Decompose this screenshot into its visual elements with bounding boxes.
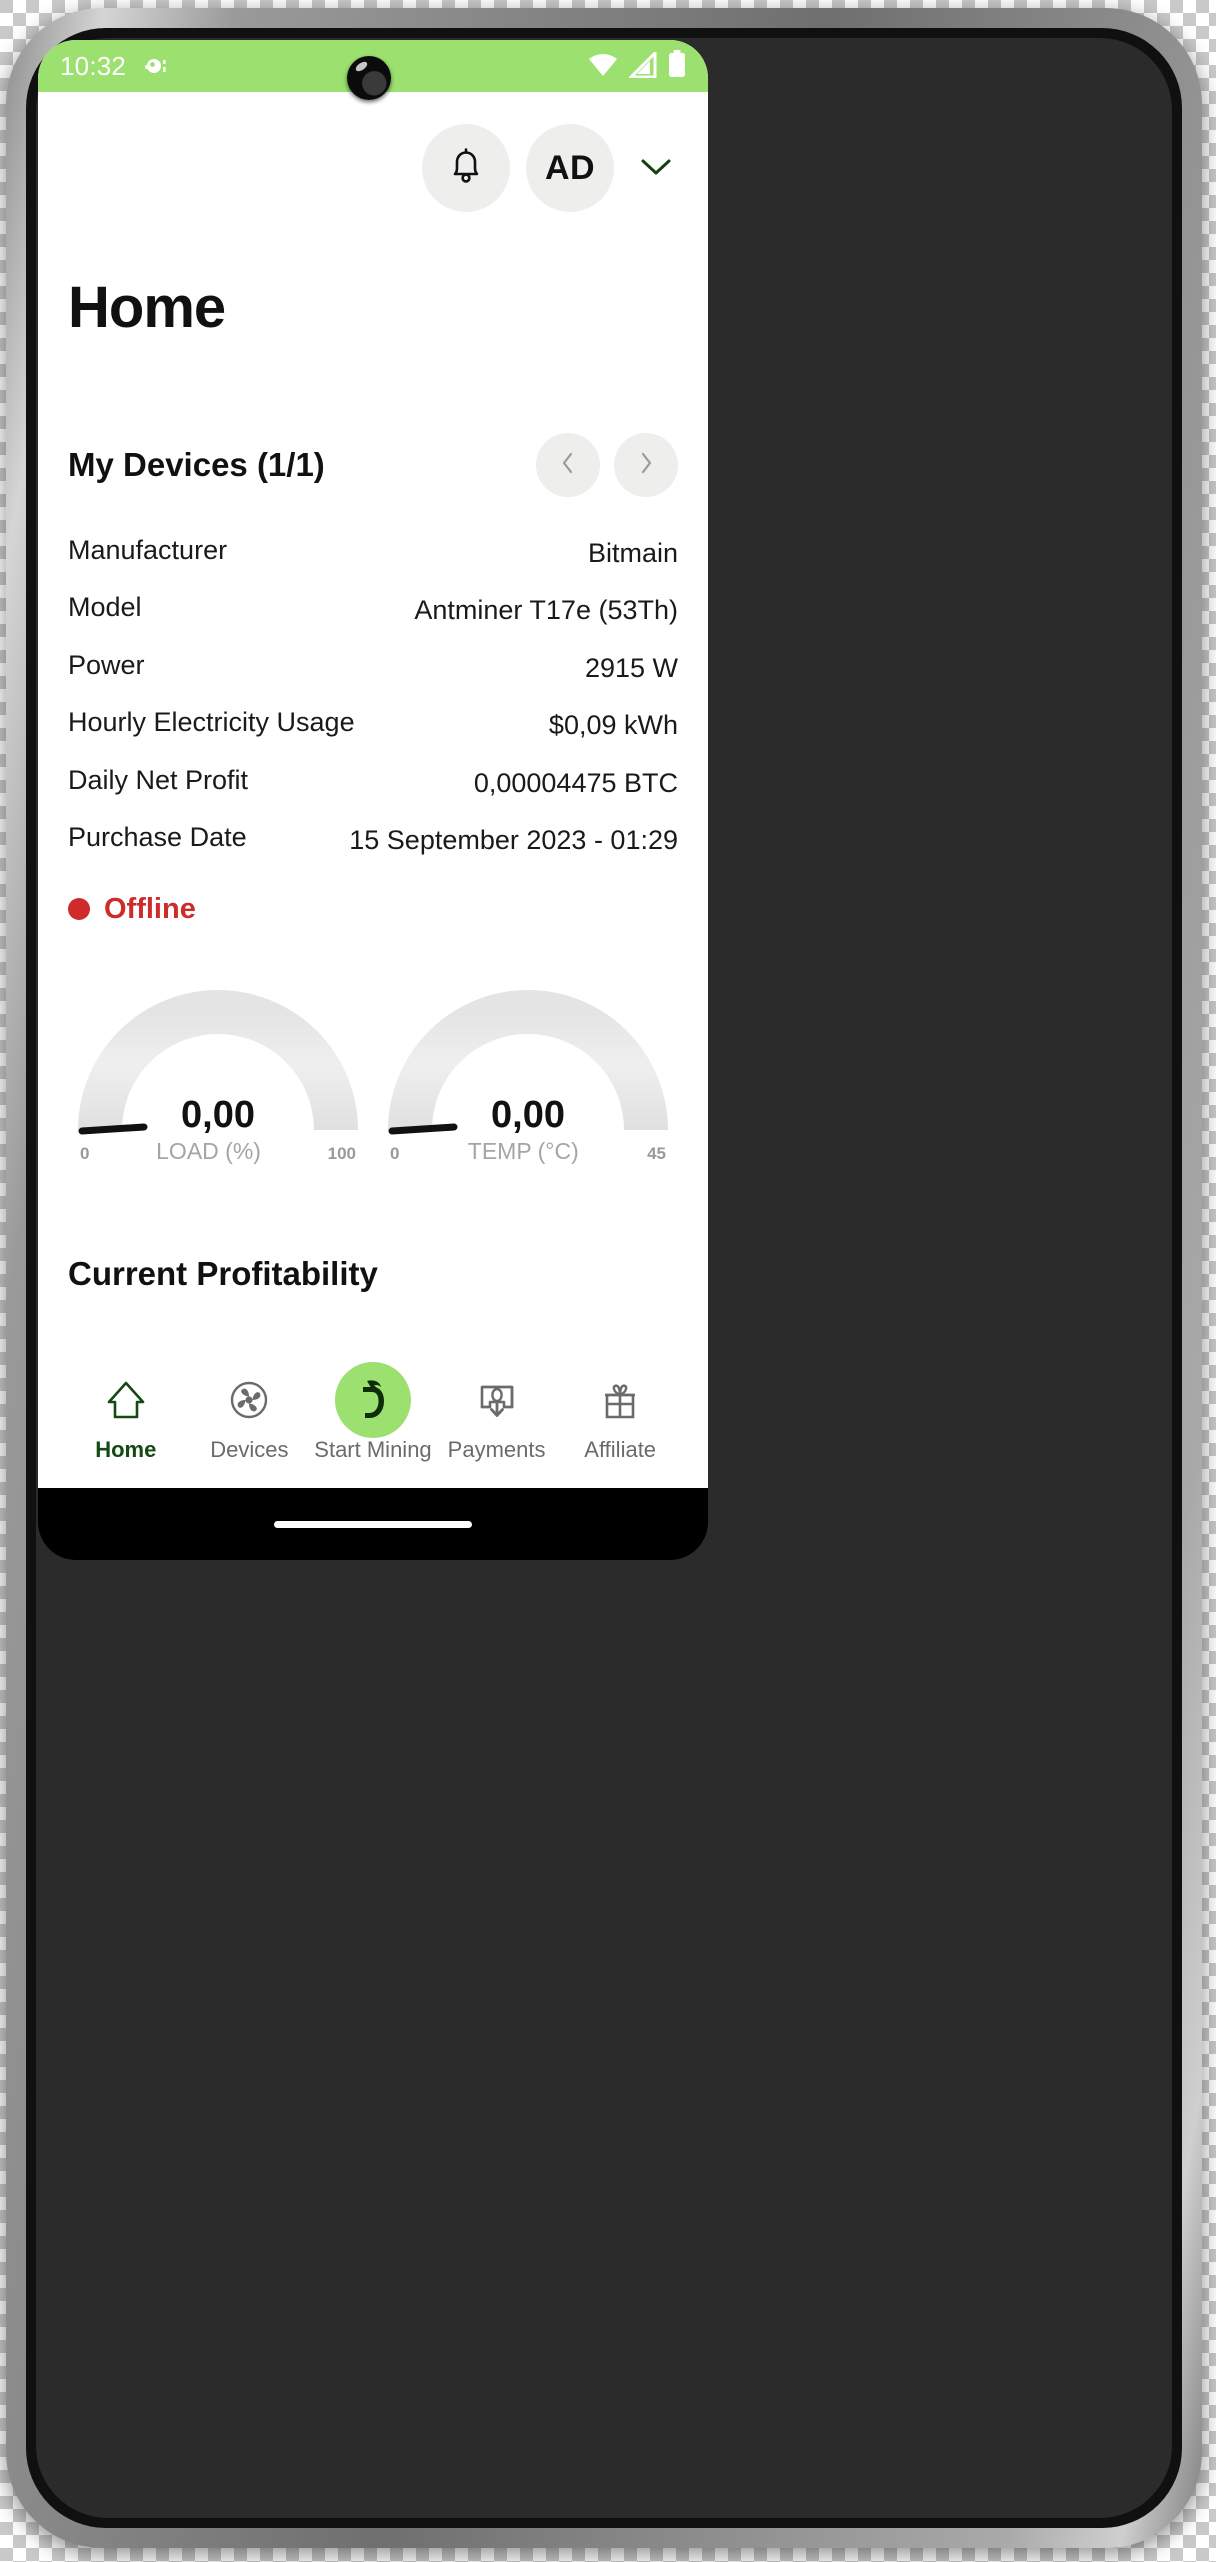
- mining-logo-icon: [334, 1361, 411, 1438]
- spec-label: Model: [68, 592, 142, 623]
- current-profitability-title: Current Profitability: [68, 1254, 378, 1292]
- my-devices-header: My Devices (1/1): [68, 433, 678, 497]
- nav-item-home[interactable]: Home: [64, 1375, 188, 1463]
- nav-item-devices[interactable]: Devices: [188, 1375, 312, 1463]
- nav-label-home: Home: [95, 1436, 157, 1462]
- temp-gauge-caption: TEMP (°C): [467, 1137, 579, 1164]
- front-camera-punch-hole: [347, 56, 391, 100]
- spec-value: Antminer T17e (53Th): [414, 595, 678, 626]
- nav-label-payments: Payments: [447, 1436, 546, 1462]
- device-carousel-controls: [536, 433, 678, 497]
- previous-device-button[interactable]: [536, 433, 600, 497]
- bell-icon: [445, 144, 487, 193]
- notifications-button[interactable]: [422, 124, 510, 212]
- temp-gauge-min: 0: [390, 1143, 400, 1163]
- spec-value: Bitmain: [587, 538, 678, 568]
- account-menu-button[interactable]: [630, 146, 678, 191]
- table-row: Hourly Electricity Usage $0,09 kWh: [68, 707, 678, 743]
- phone-screen: 10:32 AD Home My Devices (1/1) Manufactu…: [38, 40, 708, 1488]
- nav-item-start-mining[interactable]: Start Mining: [311, 1361, 435, 1463]
- chevron-right-icon: [634, 449, 658, 482]
- spec-label: Manufacturer: [68, 535, 228, 565]
- table-row: Daily Net Profit 0,00004475 BTC: [68, 765, 678, 801]
- spec-label: Hourly Electricity Usage: [68, 707, 355, 738]
- temp-gauge-footer: 0 TEMP (°C) 45: [382, 1138, 674, 1165]
- status-dot-icon: [68, 898, 90, 921]
- bottom-navigation-bar: Home Devices Start Mining Payments Affil…: [38, 1358, 708, 1488]
- gift-icon: [595, 1375, 645, 1425]
- nav-item-affiliate[interactable]: Affiliate: [558, 1375, 682, 1463]
- load-gauge-footer: 0 LOAD (%) 100: [72, 1138, 364, 1165]
- avatar-initials: AD: [544, 148, 596, 187]
- table-row: Manufacturer Bitmain: [68, 535, 678, 571]
- start-mining-fab[interactable]: [334, 1361, 411, 1438]
- status-bar-icons: [588, 48, 686, 83]
- device-status: Offline: [68, 893, 678, 926]
- screenshot-stage: 10:32 AD Home My Devices (1/1) Manufactu…: [0, 0, 1216, 2562]
- temp-gauge-max: 45: [647, 1143, 666, 1163]
- temp-gauge-value: 0,00: [491, 1093, 565, 1136]
- table-row: Purchase Date 15 September 2023 - 01:29: [68, 822, 678, 858]
- chevron-left-icon: [556, 449, 580, 482]
- system-gesture-area: [38, 1488, 708, 1560]
- load-gauge-min: 0: [80, 1143, 90, 1163]
- home-icon: [101, 1375, 151, 1425]
- device-gauges: 0,00 0 LOAD (%) 100 0,00 0 TEMP (°C) 45: [68, 989, 678, 1165]
- spec-value: 2915 W: [584, 652, 678, 683]
- spec-value: 15 September 2023 - 01:29: [349, 825, 678, 856]
- battery-icon: [668, 49, 686, 83]
- my-devices-title: My Devices (1/1): [68, 446, 325, 483]
- header-actions: AD: [68, 92, 678, 212]
- status-badge: Offline: [104, 892, 196, 925]
- nav-label-start-mining: Start Mining: [314, 1436, 432, 1462]
- page-title: Home: [68, 275, 226, 340]
- user-avatar[interactable]: AD: [526, 124, 614, 212]
- spec-label: Daily Net Profit: [68, 764, 249, 795]
- table-row: Power 2915 W: [68, 650, 678, 686]
- camera-dot-icon: [138, 56, 168, 76]
- next-device-button[interactable]: [614, 433, 678, 497]
- load-gauge-caption: LOAD (%): [156, 1137, 261, 1164]
- wifi-icon: [588, 52, 618, 83]
- device-spec-table: Manufacturer Bitmain Model Antminer T17e…: [68, 535, 678, 859]
- chevron-down-icon: [636, 152, 676, 185]
- load-gauge-max: 100: [327, 1143, 356, 1163]
- app-content: AD Home My Devices (1/1) Manufacturer Bi…: [38, 92, 708, 1488]
- temp-gauge: 0,00 0 TEMP (°C) 45: [382, 989, 674, 1165]
- status-bar-clock: 10:32: [60, 50, 127, 81]
- spec-value: $0,09 kWh: [548, 710, 678, 741]
- load-gauge: 0,00 0 LOAD (%) 100: [72, 989, 364, 1165]
- nav-item-payments[interactable]: Payments: [435, 1375, 559, 1463]
- cellular-signal-icon: [627, 48, 657, 83]
- gesture-home-pill[interactable]: [274, 1520, 472, 1528]
- spec-value: 0,00004475 BTC: [473, 767, 678, 798]
- load-gauge-value: 0,00: [181, 1093, 255, 1136]
- spec-label: Power: [68, 649, 145, 680]
- fan-icon: [224, 1375, 274, 1425]
- nav-label-devices: Devices: [210, 1436, 289, 1462]
- spec-label: Purchase Date: [68, 822, 247, 853]
- payment-withdraw-icon: [472, 1375, 522, 1425]
- table-row: Model Antminer T17e (53Th): [68, 592, 678, 628]
- nav-label-affiliate: Affiliate: [584, 1436, 657, 1462]
